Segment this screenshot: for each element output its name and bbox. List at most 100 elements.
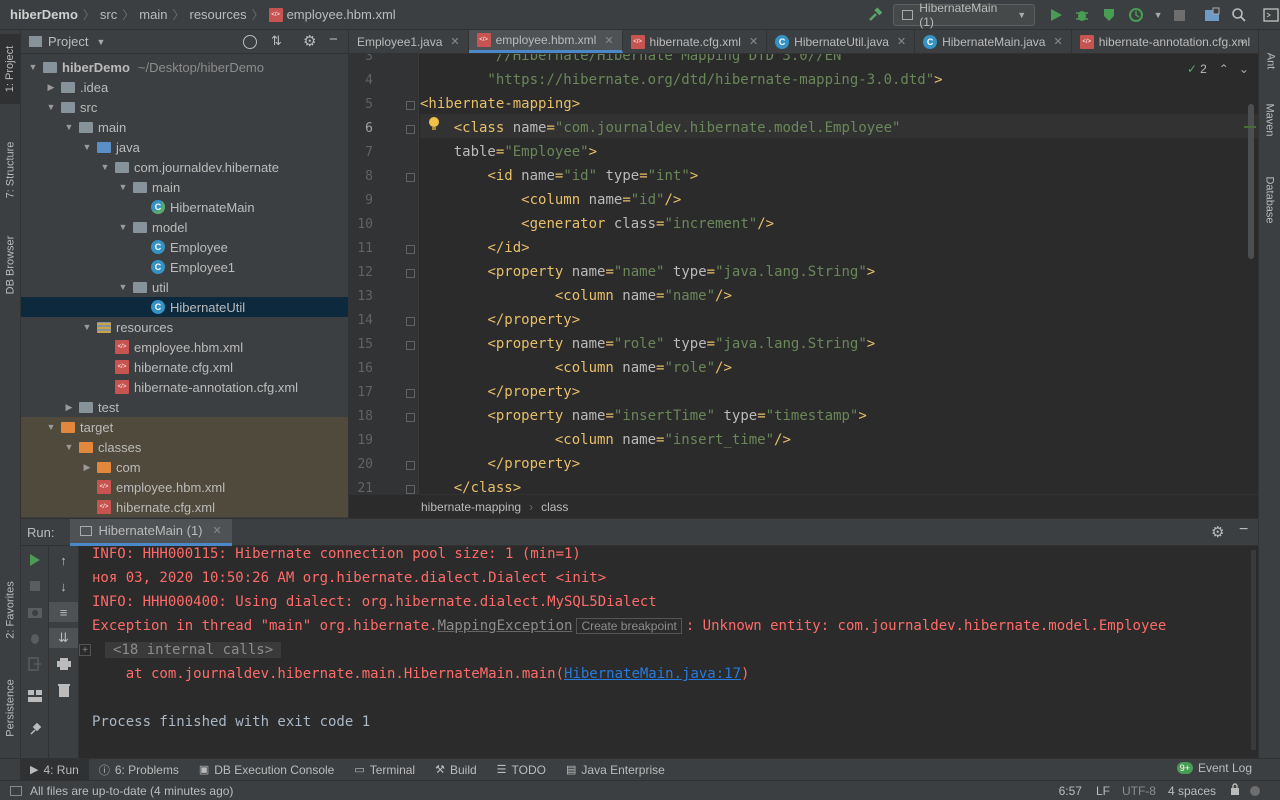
folded-internal-calls[interactable]: <18 internal calls>	[105, 642, 282, 658]
tree-item[interactable]: ▼ main	[21, 117, 348, 137]
breadcrumb-item[interactable]: employee.hbm.xml	[287, 7, 396, 22]
tree-item[interactable]: C HibernateMain	[21, 197, 348, 217]
bottom-tab[interactable]: ☰ TODO	[487, 759, 556, 781]
close-icon[interactable]: ✕	[604, 34, 613, 47]
profile-icon[interactable]	[1126, 4, 1147, 26]
tree-item[interactable]: C Employee	[21, 237, 348, 257]
chevron-right-icon[interactable]: ▶	[63, 402, 75, 413]
tree-item[interactable]: C Employee1	[21, 257, 348, 277]
tree-item[interactable]: </> employee.hbm.xml	[21, 337, 348, 357]
inspection-widget[interactable]: ✓ 2 ⌃ ⌄	[1187, 62, 1249, 76]
project-title[interactable]: Project	[48, 34, 88, 49]
bottom-tab[interactable]: ▣ DB Execution Console	[189, 759, 344, 781]
close-icon[interactable]: ✕	[897, 35, 906, 48]
tab-database[interactable]: Database	[1259, 160, 1280, 240]
tab-persistence[interactable]: Persistence	[0, 660, 21, 755]
breadcrumb-item[interactable]: hiberDemo	[10, 7, 78, 22]
camera-icon[interactable]	[21, 602, 48, 622]
fold-marker-icon[interactable]	[406, 125, 415, 134]
build-hammer-icon[interactable]	[865, 4, 886, 26]
tree-item[interactable]: ▶ .idea	[21, 77, 348, 97]
breadcrumb-item-class[interactable]: class	[541, 500, 568, 514]
gear-icon[interactable]: ⚙	[1211, 523, 1224, 541]
file-encoding[interactable]: UTF-8	[1122, 784, 1156, 798]
coverage-icon[interactable]	[1099, 4, 1120, 26]
fold-marker-icon[interactable]	[406, 173, 415, 182]
console-scrollbar[interactable]	[1251, 550, 1256, 750]
arrow-down-icon[interactable]: ↓	[49, 576, 78, 596]
close-icon[interactable]: ✕	[1053, 35, 1062, 48]
chevron-down-icon[interactable]: ▼	[63, 122, 75, 132]
tree-item[interactable]: ▼ hiberDemo ~/Desktop/hiberDemo	[21, 57, 348, 77]
tree-item[interactable]: ▶ com	[21, 457, 348, 477]
minimize-icon[interactable]: −	[1239, 521, 1248, 539]
bottom-tab[interactable]: ⚒ Build	[425, 759, 487, 781]
tree-item[interactable]: </> hibernate.cfg.xml	[21, 357, 348, 377]
chevron-right-icon[interactable]: ▶	[45, 82, 57, 93]
chevron-down-icon[interactable]: ▼	[117, 182, 129, 192]
status-toggle-icon[interactable]	[10, 785, 22, 796]
tab-maven[interactable]: Maven	[1259, 90, 1280, 150]
fold-marker-icon[interactable]	[406, 413, 415, 422]
stop-icon[interactable]	[1170, 4, 1191, 26]
chevron-down-icon[interactable]: ⌄	[1239, 62, 1249, 76]
chevron-up-icon[interactable]: ⌃	[1219, 62, 1229, 76]
editor-tab[interactable]: C HibernateMain.java ✕	[915, 30, 1072, 53]
chevron-down-icon[interactable]: ▼	[45, 102, 57, 112]
collapse-all-icon[interactable]: ⇅	[271, 33, 282, 49]
breadcrumb-item[interactable]: src	[100, 7, 117, 22]
expand-icon[interactable]: +	[79, 644, 91, 656]
tree-item[interactable]: ▼ model	[21, 217, 348, 237]
fold-marker-icon[interactable]	[406, 341, 415, 350]
run-console[interactable]: INFO: HHH000115: Hibernate connection po…	[79, 546, 1258, 758]
editor-tab[interactable]: CEmployee1.java✕	[349, 30, 469, 53]
tab-structure[interactable]: 7: Structure	[0, 120, 21, 220]
run-icon[interactable]	[1045, 4, 1066, 26]
chevron-down-icon[interactable]: ▼	[96, 37, 105, 47]
fold-marker-icon[interactable]	[406, 461, 415, 470]
breadcrumb-item[interactable]: main	[139, 7, 167, 22]
tree-item[interactable]: ▼ classes	[21, 437, 348, 457]
create-breakpoint-hint[interactable]: Create breakpoint	[576, 618, 682, 634]
run-config-select[interactable]: HibernateMain (1) ▼	[892, 1, 1036, 29]
tab-project[interactable]: 1: Project	[0, 34, 21, 104]
chevron-down-icon[interactable]: ▼	[45, 422, 57, 432]
gear-icon[interactable]: ⚙	[303, 32, 316, 50]
editor-tab[interactable]: </> employee.hbm.xml ✕	[468, 30, 623, 53]
chevron-down-icon[interactable]: ▼	[99, 162, 111, 172]
tree-item[interactable]: ▼ target	[21, 417, 348, 437]
project-structure-icon[interactable]	[1201, 4, 1222, 26]
layout-icon[interactable]	[21, 686, 48, 706]
bottom-tab[interactable]: ▤ Java Enterprise	[556, 759, 675, 781]
chevron-down-icon[interactable]: ▼	[81, 142, 93, 152]
tree-item[interactable]: </> employee.hbm.xml	[21, 477, 348, 497]
print-icon[interactable]	[49, 654, 78, 674]
chevron-down-icon[interactable]: ▼	[117, 282, 129, 292]
close-icon[interactable]: ✕	[450, 35, 459, 48]
editor-tab[interactable]: </> hibernate.cfg.xml ✕	[623, 30, 768, 53]
exception-class-link[interactable]: MappingException	[438, 618, 573, 634]
tree-item[interactable]: ▼ com.journaldev.hibernate	[21, 157, 348, 177]
tab-db-browser[interactable]: DB Browser	[0, 230, 21, 300]
fold-marker-icon[interactable]	[406, 101, 415, 110]
editor-tab[interactable]: </>hibernate-annotation.cfg.xml✕	[1072, 30, 1258, 53]
indent-setting[interactable]: 4 spaces	[1168, 784, 1216, 798]
fold-marker-icon[interactable]	[406, 245, 415, 254]
minimize-icon[interactable]: −	[329, 31, 338, 48]
tree-item[interactable]: </> hibernate.cfg.xml	[21, 497, 348, 517]
bottom-tab[interactable]: ▶ 4: Run	[20, 758, 89, 781]
exit-icon[interactable]	[21, 654, 48, 674]
search-everywhere-icon[interactable]	[1228, 4, 1249, 26]
bottom-tab[interactable]: ▭ Terminal	[344, 759, 425, 781]
lock-icon[interactable]	[1230, 783, 1240, 798]
caret-position[interactable]: 6:57	[1059, 784, 1082, 798]
arrow-up-icon[interactable]: ↑	[49, 550, 78, 570]
chevron-down-icon[interactable]: ▼	[27, 62, 39, 72]
debug-icon[interactable]	[1072, 4, 1093, 26]
chevron-down-icon[interactable]: ▼	[1154, 10, 1163, 20]
chevron-right-icon[interactable]: ▶	[81, 462, 93, 473]
chevron-down-icon[interactable]: ▼	[63, 442, 75, 452]
tree-item[interactable]: ▼ main	[21, 177, 348, 197]
debug-bug-icon[interactable]	[21, 628, 48, 648]
memory-indicator-icon[interactable]	[1250, 785, 1260, 796]
